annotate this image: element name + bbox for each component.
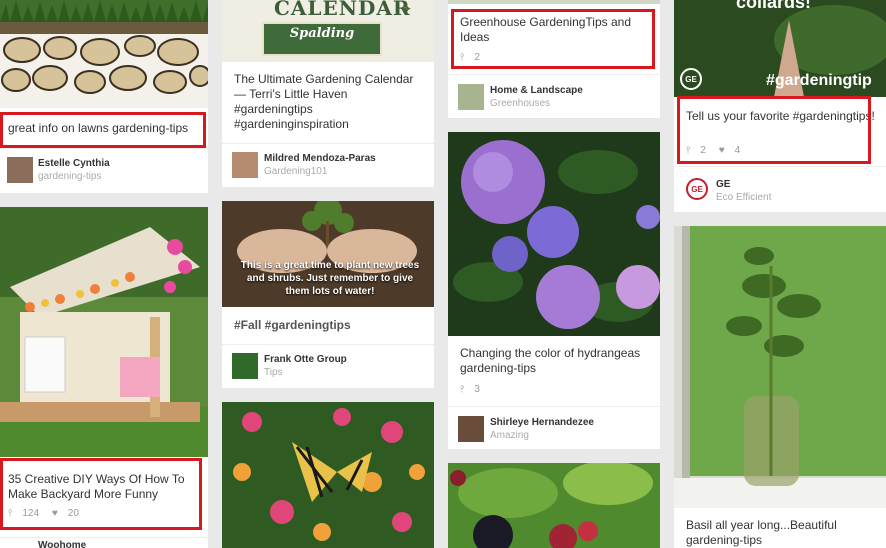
divider: [448, 406, 660, 407]
board-name[interactable]: Tips: [264, 367, 283, 378]
pinner-name[interactable]: Shirleye Hernandezee: [490, 417, 594, 428]
avatar[interactable]: [7, 157, 33, 183]
highlight-box: [677, 96, 871, 164]
pin-card-calendar[interactable]: CALENDAR Spalding ✦ The Ultimate Gardeni…: [222, 0, 434, 187]
pin-image-lawns[interactable]: [0, 0, 208, 108]
divider: [674, 166, 886, 167]
basil-photo: [674, 226, 886, 508]
pin-image-hydrangea[interactable]: [448, 132, 660, 336]
pin-stats: ⫯ 3: [460, 384, 490, 395]
pin-description[interactable]: The Ultimate Gardening Calendar — Terri'…: [234, 72, 424, 132]
avatar[interactable]: [458, 416, 484, 442]
pin-image-backyard[interactable]: [0, 207, 208, 457]
pin-card-fall[interactable]: This is a great time to plant new trees …: [222, 201, 434, 388]
highlight-box: [451, 9, 655, 69]
board-name[interactable]: Eco Efficient: [716, 192, 771, 203]
highlight-box: [0, 112, 206, 148]
pin-card-hydrangea[interactable]: Changing the color of hydrangeas gardeni…: [448, 132, 660, 449]
repin-count: 3: [474, 384, 480, 395]
pinner-name[interactable]: GE: [716, 179, 730, 190]
board-name[interactable]: Gardening101: [264, 166, 327, 177]
ge-logo-icon: GE: [680, 68, 702, 90]
pin-image-fall[interactable]: This is a great time to plant new trees …: [222, 201, 434, 307]
pin-description[interactable]: #Fall #gardeningtips: [234, 318, 424, 333]
image-hashtag: #gardeningtip: [766, 72, 872, 89]
sponsor-logo: Spalding: [289, 26, 355, 41]
pin-card-butterfly[interactable]: [222, 402, 434, 548]
avatar[interactable]: [232, 152, 258, 178]
backyard-playhouse-photo: [0, 207, 208, 457]
pinner-name[interactable]: Estelle Cynthia: [38, 158, 110, 169]
butterfly-flowers-photo: [222, 402, 434, 548]
highlight-box: [0, 458, 202, 530]
pin-image-calendar[interactable]: CALENDAR Spalding ✦: [222, 0, 434, 62]
board-name[interactable]: Amazing: [490, 430, 529, 441]
image-caption: collards!: [736, 0, 812, 12]
image-caption: This is a great time to plant new trees …: [240, 260, 420, 297]
pin-description[interactable]: Basil all year long...Beautiful gardenin…: [686, 518, 876, 548]
sponsor-banner: Spalding: [262, 22, 382, 56]
board-name[interactable]: Greenhouses: [490, 98, 550, 109]
pin-description[interactable]: Changing the color of hydrangeas gardeni…: [460, 346, 650, 376]
pinner-name[interactable]: Home & Landscape: [490, 85, 583, 96]
pin-image-collards[interactable]: collards! GE #gardeningtip: [674, 0, 886, 97]
divider: [0, 537, 208, 538]
divider: [222, 344, 434, 345]
pin-card-blackberry[interactable]: [448, 463, 660, 548]
pin-card-lawns[interactable]: great info on lawns gardening-tips Estel…: [0, 0, 208, 193]
pinner-name[interactable]: Frank Otte Group: [264, 354, 347, 365]
avatar[interactable]: [232, 353, 258, 379]
pin-image-basil[interactable]: [674, 226, 886, 508]
divider: [0, 148, 208, 149]
blackberry-photo: [448, 463, 660, 548]
pinner-name[interactable]: Woohome: [38, 540, 86, 548]
ge-avatar[interactable]: GE: [686, 178, 708, 200]
pin-image-blackberry[interactable]: [448, 463, 660, 548]
pin-image-butterfly[interactable]: [222, 402, 434, 548]
pinner-name[interactable]: Mildred Mendoza-Paras: [264, 153, 376, 164]
calendar-image-title: CALENDAR: [274, 0, 411, 20]
hydrangea-photo: [448, 132, 660, 336]
lawn-illustration: [0, 0, 208, 108]
bird-icon: ✦: [402, 2, 413, 16]
avatar[interactable]: [458, 84, 484, 110]
board-name[interactable]: gardening-tips: [38, 171, 101, 182]
divider: [448, 74, 660, 75]
divider: [222, 143, 434, 144]
pin-card-basil[interactable]: Basil all year long...Beautiful gardenin…: [674, 226, 886, 548]
pin-image-greenhouse[interactable]: [448, 0, 660, 4]
pin-icon: ⫯: [460, 384, 465, 395]
